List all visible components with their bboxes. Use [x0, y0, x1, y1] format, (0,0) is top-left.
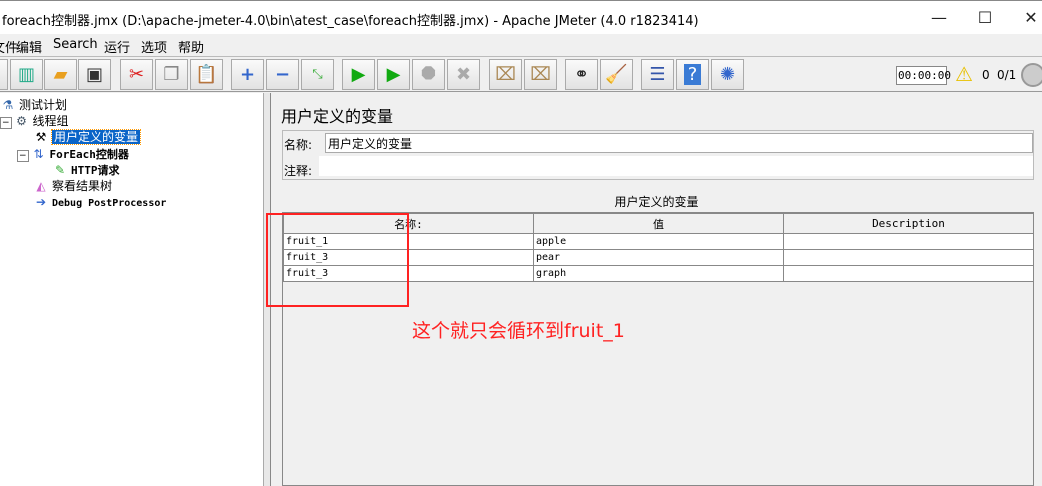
collapse-button[interactable]: −: [266, 59, 299, 90]
table-title: 用户定义的变量: [614, 195, 699, 209]
name-input[interactable]: [325, 133, 1033, 153]
clear-all-button[interactable]: ⌧: [524, 59, 557, 90]
clear-all-icon: ⌧: [530, 64, 551, 85]
cut-button[interactable]: ✂: [120, 59, 153, 90]
start-no-pauses-button[interactable]: ▶: [377, 59, 410, 90]
tree-node-thread-group[interactable]: − ⚙ 线程组: [0, 113, 69, 129]
comment-input[interactable]: [319, 156, 1033, 176]
search-button[interactable]: ⚭: [565, 59, 598, 90]
warning-icon[interactable]: ⚠: [955, 62, 973, 86]
reset-search-button[interactable]: 🧹: [600, 59, 633, 90]
status-indicator-icon: [1021, 63, 1042, 87]
thread-count: 0/1: [997, 68, 1017, 82]
config-icon: ⚒: [35, 130, 47, 144]
stop-icon: ⯃: [421, 64, 436, 85]
remote-icon: ✺: [719, 64, 736, 85]
search-icon: ⚭: [573, 64, 590, 85]
remote-button[interactable]: ✺: [711, 59, 744, 90]
help-icon: ?: [683, 64, 702, 85]
column-header-value[interactable]: 值: [533, 213, 784, 234]
start-no-pauses-icon: ▶: [386, 64, 401, 85]
collapse-icon: −: [274, 64, 291, 85]
save-button[interactable]: ▣: [78, 59, 111, 90]
expand-icon: +: [239, 64, 256, 85]
stop-button[interactable]: ⯃: [412, 59, 445, 90]
shutdown-icon: ✖: [455, 64, 472, 85]
start-icon: ▶: [351, 64, 366, 85]
minimize-button[interactable]: —: [916, 5, 962, 31]
comment-label: 注释:: [284, 164, 313, 178]
name-label: 名称:: [284, 138, 313, 152]
close-button[interactable]: ✕: [1008, 5, 1042, 31]
collapse-toggle-icon[interactable]: −: [17, 150, 29, 162]
tree-node-debug-postprocessor[interactable]: ➔ Debug PostProcessor: [33, 194, 166, 210]
open-button[interactable]: ▰: [44, 59, 77, 90]
reset-search-icon: 🧹: [605, 64, 628, 85]
menu-bar: 文件 编辑 Search 运行 选项 帮助: [0, 34, 1042, 56]
templates-icon: ▥: [17, 64, 35, 85]
maximize-button[interactable]: ☐: [962, 5, 1008, 31]
window-title: foreach控制器.jmx (D:\apache-jmeter-4.0\bin…: [2, 14, 699, 29]
tree-node-http-request[interactable]: ✎ HTTP请求: [52, 162, 120, 178]
toggle-button[interactable]: ⤡: [301, 59, 334, 90]
paste-icon: 📋: [195, 64, 218, 85]
function-helper-button[interactable]: ☰: [641, 59, 674, 90]
annotation-highlight-box: [266, 213, 409, 307]
menu-search[interactable]: Search: [53, 37, 98, 52]
function-helper-icon: ☰: [649, 64, 666, 85]
paste-button[interactable]: 📋: [190, 59, 223, 90]
cell-description[interactable]: [783, 265, 1034, 282]
panel-title: 用户定义的变量: [281, 107, 394, 126]
copy-button[interactable]: ❐: [155, 59, 188, 90]
cell-value[interactable]: graph: [533, 265, 784, 282]
cell-description[interactable]: [783, 233, 1034, 250]
start-button[interactable]: ▶: [342, 59, 375, 90]
name-comment-box: 名称: 注释:: [282, 130, 1034, 180]
new-button[interactable]: 📄: [0, 59, 8, 90]
open-icon: ▰: [53, 64, 68, 85]
tree-node-foreach-controller[interactable]: − ⇅ ForEach控制器: [17, 146, 129, 162]
shutdown-button[interactable]: ✖: [447, 59, 480, 90]
menu-edit[interactable]: 编辑: [16, 37, 42, 56]
annotation-text: 这个就只会循环到fruit_1: [412, 320, 625, 342]
cell-description[interactable]: [783, 249, 1034, 266]
menu-help[interactable]: 帮助: [178, 37, 204, 56]
warning-count: 0: [982, 68, 990, 82]
thread-group-icon: ⚙: [16, 114, 27, 128]
clear-icon: ⌧: [495, 64, 516, 85]
toggle-icon: ⤡: [312, 67, 323, 82]
listener-icon: ◭: [36, 179, 46, 193]
title-bar: foreach控制器.jmx (D:\apache-jmeter-4.0\bin…: [0, 0, 1042, 34]
tree-node-view-results-tree[interactable]: ◭ 察看结果树: [33, 178, 112, 194]
test-plan-tree: ⚗ 测试计划 − ⚙ 线程组 ⚒ 用户定义的变量 − ⇅ ForEach控制器 ✎ HTTP请…: [0, 93, 263, 486]
tree-node-test-plan[interactable]: ⚗ 测试计划: [0, 97, 67, 113]
menu-options[interactable]: 选项: [141, 37, 167, 56]
elapsed-timer: 00:00:00: [896, 66, 951, 85]
new-icon: 📄: [0, 64, 3, 85]
copy-icon: ❐: [163, 64, 180, 85]
collapse-toggle-icon[interactable]: −: [0, 117, 12, 129]
toolbar: 📄 ▥ ▰ ▣ ✂ ❐ 📋 + − ⤡ ▶ ▶ ⯃ ✖ ⌧ ⌧ ⚭ 🧹 ☰ ? …: [0, 56, 1042, 92]
test-plan-icon: ⚗: [2, 98, 14, 112]
column-header-description[interactable]: Description: [783, 213, 1034, 234]
controller-icon: ⇅: [33, 147, 44, 161]
expand-button[interactable]: +: [231, 59, 264, 90]
templates-button[interactable]: ▥: [10, 59, 43, 90]
cut-icon: ✂: [128, 64, 145, 85]
menu-run[interactable]: 运行: [104, 37, 130, 56]
cell-value[interactable]: pear: [533, 249, 784, 266]
sampler-icon: ✎: [54, 163, 66, 177]
help-button[interactable]: ?: [676, 59, 709, 90]
clear-button[interactable]: ⌧: [489, 59, 522, 90]
save-icon: ▣: [85, 64, 103, 85]
cell-value[interactable]: apple: [533, 233, 784, 250]
tree-node-user-defined-variables[interactable]: ⚒ 用户定义的变量: [33, 129, 142, 145]
postprocessor-icon: ➔: [35, 195, 47, 209]
